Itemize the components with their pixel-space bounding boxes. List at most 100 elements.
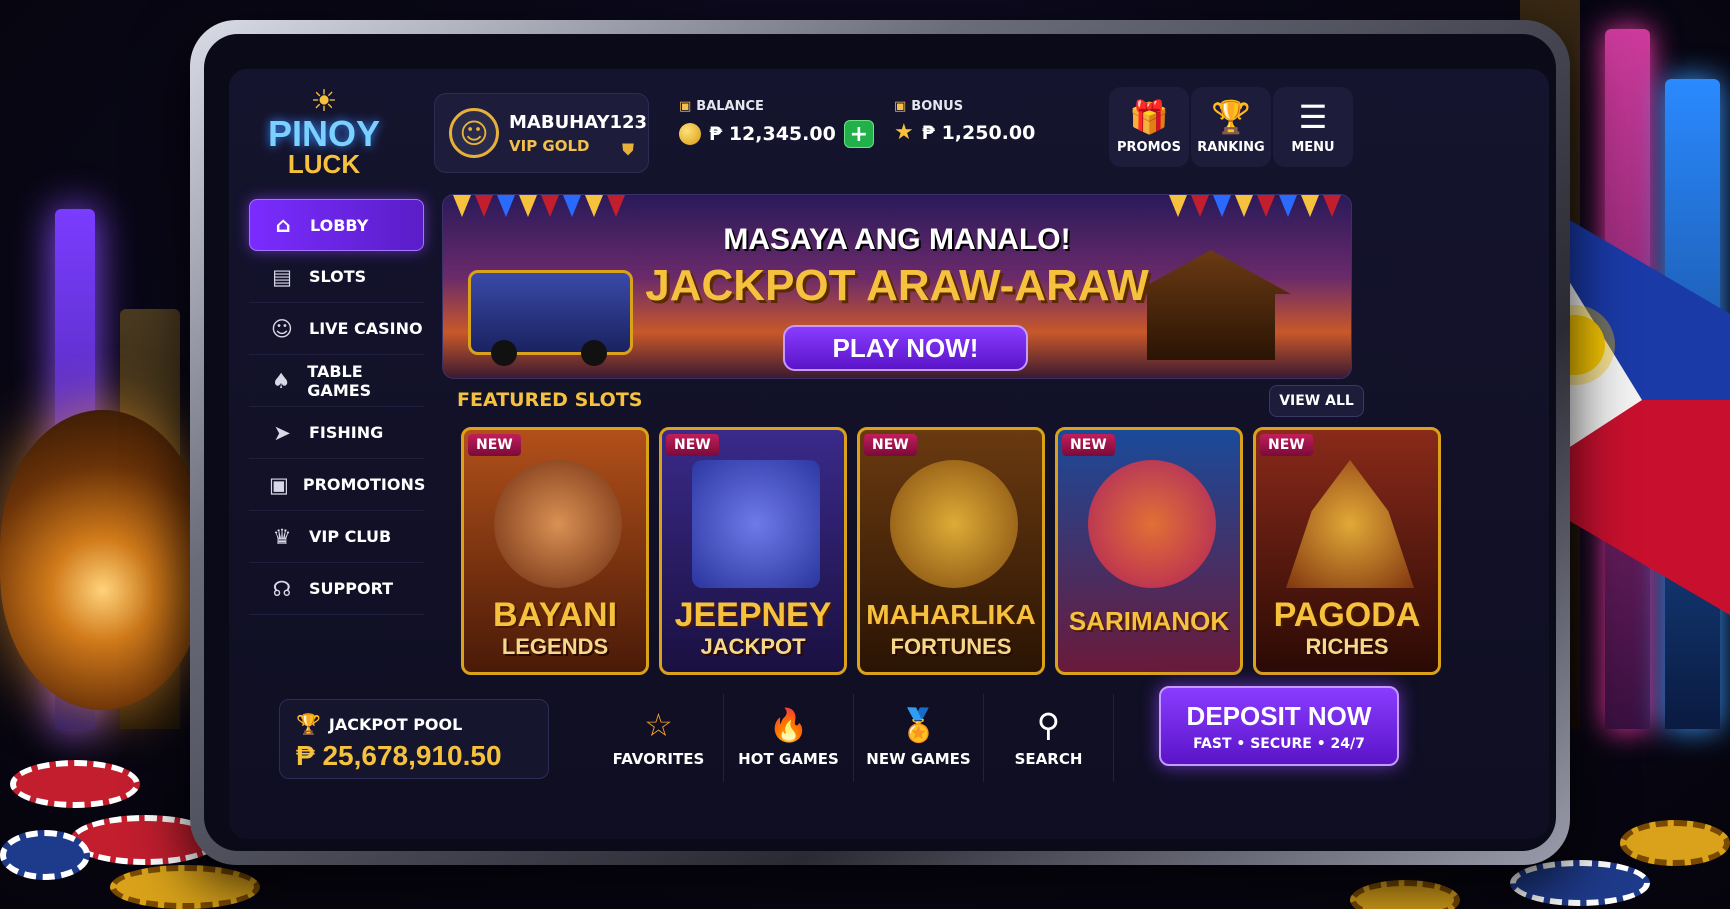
sidebar-item-vip-club[interactable]: ♛ VIP CLUB [249,511,424,563]
new-badge: NEW [666,434,719,456]
casino-chip [110,865,260,909]
avatar[interactable]: ☺ [449,108,499,158]
nav-label: FAVORITES [612,750,705,768]
gift-icon: 🎁 [1129,97,1169,136]
menu-button[interactable]: ☰ MENU [1273,87,1353,167]
promos-label: PROMOS [1117,139,1181,155]
brand-logo[interactable]: ☀ PINOY LUCK [249,87,399,179]
section-title: FEATURED SLOTS [457,389,643,411]
game-title: PAGODA [1273,596,1421,634]
add-funds-button[interactable]: + [843,120,874,148]
sidebar-item-label: LOBBY [310,215,369,235]
tablet-frame: ☀ PINOY LUCK ☺ MABUHAY123 VIP GOLD ⛊ ▣ BA… [190,20,1570,865]
jackpot-pool-card: 🏆 JACKPOT POOL ₱ 25,678,910.50 [279,699,549,779]
sidebar-item-fishing[interactable]: ➤ FISHING [249,407,424,459]
game-artwork [1088,460,1216,588]
wallet-icon: ▣ [679,99,692,114]
ranking-label: RANKING [1197,139,1265,155]
deposit-sub-label: FAST • SECURE • 24/7 [1193,735,1365,752]
ribbon-badge-icon: 🏅 [898,706,939,744]
nav-label: NEW GAMES [866,750,971,768]
game-artwork [692,460,820,588]
dealer-icon: ☺ [271,316,293,341]
casino-chip [1620,820,1730,866]
featured-games-row: NEW BAYANI LEGENDS NEW JEEPNEY JACKPOT N… [461,427,1441,675]
fish-icon: ➤ [273,420,291,445]
tablet-screen: ☀ PINOY LUCK ☺ MABUHAY123 VIP GOLD ⛊ ▣ BA… [204,34,1556,851]
bunting-decoration [453,195,625,225]
sidebar-nav: ⌂ LOBBY ▤ SLOTS ☺ LIVE CASINO ♠ TABLE GA… [249,199,425,615]
star-icon: ★ [894,120,914,145]
banner-subtitle: MASAYA ANG MANALO! [723,223,1071,256]
promos-button[interactable]: 🎁 PROMOS [1109,87,1189,167]
game-artwork [1286,460,1414,588]
sidebar-item-support[interactable]: ☊ SUPPORT [249,563,424,615]
jackpot-value: ₱ 25,678,910.50 [296,740,502,771]
username: MABUHAY123 [509,111,648,133]
user-profile-card[interactable]: ☺ MABUHAY123 VIP GOLD ⛊ [434,93,649,173]
game-card-maharlika-fortunes[interactable]: NEW MAHARLIKA FORTUNES [857,427,1045,675]
new-badge: NEW [468,434,521,456]
game-card-jeepney-jackpot[interactable]: NEW JEEPNEY JACKPOT [659,427,847,675]
nav-search[interactable]: ⚲ SEARCH [984,694,1114,782]
bonus-display: ▣ BONUS ★ ₱ 1,250.00 [894,99,1035,145]
game-artwork [890,460,1018,588]
game-title: BAYANI [492,596,618,634]
vip-badge-icon: ⛊ [621,140,634,159]
deposit-now-button[interactable]: DEPOSIT NOW FAST • SECURE • 24/7 [1159,686,1399,766]
casino-chip [1510,860,1650,906]
top-action-bar: 🎁 PROMOS 🏆 RANKING ☰ MENU [1109,87,1353,167]
game-title: SARIMANOK [1068,606,1230,636]
casino-chip [1350,880,1460,909]
game-title: JEEPNEY [674,596,832,634]
sidebar-item-promotions[interactable]: ▣ PROMOTIONS [249,459,425,511]
sidebar-item-label: VIP CLUB [309,527,392,546]
casino-app: ☀ PINOY LUCK ☺ MABUHAY123 VIP GOLD ⛊ ▣ BA… [229,69,1549,839]
sidebar-item-label: SUPPORT [309,579,394,598]
sidebar-item-label: FISHING [309,423,384,442]
game-card-sarimanok[interactable]: NEW SARIMANOK [1055,427,1243,675]
new-badge: NEW [1260,434,1313,456]
game-subtitle: FORTUNES [890,634,1012,659]
game-card-pagoda-riches[interactable]: NEW PAGODA RICHES [1253,427,1441,675]
game-artwork [494,460,622,588]
game-subtitle: JACKPOT [700,634,806,659]
trophy-icon: 🏆 [1211,97,1251,136]
search-icon: ⚲ [1036,706,1061,744]
nav-hot-games[interactable]: 🔥 HOT GAMES [724,694,854,782]
nav-label: HOT GAMES [738,750,839,768]
logo-text-top: PINOY [267,113,381,154]
play-now-button[interactable]: PLAY NOW! [783,325,1028,371]
balance-value: ₱ 12,345.00 [709,123,836,145]
balance-display: ▣ BALANCE ₱ 12,345.00 + [679,99,874,148]
banner-title: JACKPOT ARAW-ARAW [645,261,1149,310]
bonus-value: ₱ 1,250.00 [921,121,1036,144]
nav-new-games[interactable]: 🏅 NEW GAMES [854,694,984,782]
hamburger-menu-icon: ☰ [1298,97,1328,136]
ranking-button[interactable]: 🏆 RANKING [1191,87,1271,167]
slot-machine-icon: ▤ [272,264,292,289]
promo-banner[interactable]: MASAYA ANG MANALO! JACKPOT ARAW-ARAW PLA… [442,194,1352,379]
sidebar-item-label: LIVE CASINO [309,319,423,338]
nav-favorites[interactable]: ☆ FAVORITES [594,694,724,782]
star-icon: ☆ [644,706,673,744]
game-subtitle: LEGENDS [501,634,609,659]
crown-icon: ♛ [272,524,292,549]
logo-text-bottom: LUCK [287,149,361,179]
view-all-button[interactable]: VIEW ALL [1269,385,1364,417]
trophy-icon: 🏆 [296,712,321,736]
home-icon: ⌂ [275,213,291,237]
gift-icon: ▣ [269,472,289,497]
menu-label: MENU [1291,139,1335,155]
bonus-label: BONUS [911,99,964,114]
game-title: MAHARLIKA [866,599,1036,630]
bottom-nav: ☆ FAVORITES 🔥 HOT GAMES 🏅 NEW GAMES ⚲ SE… [594,694,1114,782]
deposit-label: DEPOSIT NOW [1186,700,1372,731]
sidebar-item-live-casino[interactable]: ☺ LIVE CASINO [249,303,424,355]
game-card-bayani-legends[interactable]: NEW BAYANI LEGENDS [461,427,649,675]
sidebar-item-slots[interactable]: ▤ SLOTS [249,251,424,303]
lantern-decoration [0,410,205,710]
sidebar-item-table-games[interactable]: ♠ TABLE GAMES [249,355,424,407]
gift-small-icon: ▣ [894,99,907,114]
sidebar-item-lobby[interactable]: ⌂ LOBBY [249,199,424,251]
